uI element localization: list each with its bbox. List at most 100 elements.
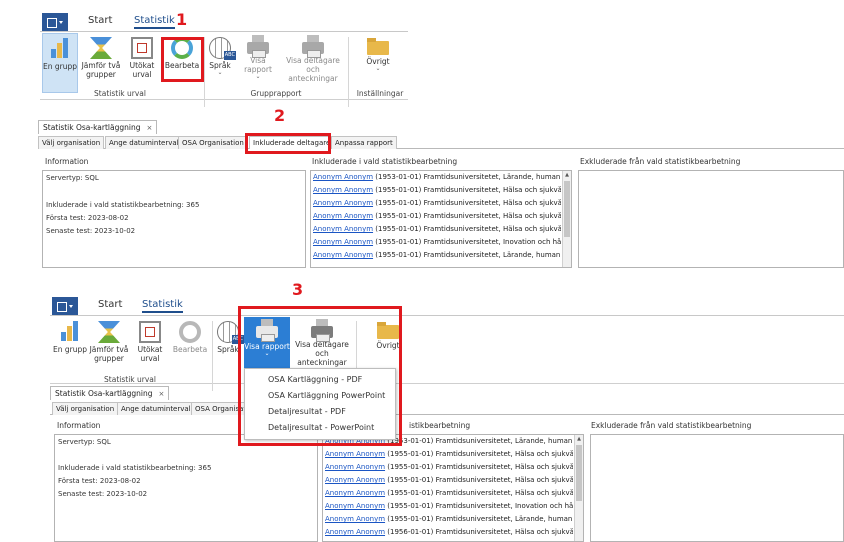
document-tab[interactable]: Statistik Osa-kartläggning × bbox=[50, 386, 170, 400]
callout-box-1 bbox=[161, 37, 204, 82]
participant-detail: (1956-01-01) Framtidsuniversitetet, Häls… bbox=[385, 528, 573, 536]
participant-link[interactable]: Anonym Anonym bbox=[325, 502, 385, 510]
subtab-valj-organisation[interactable]: Välj organisation bbox=[38, 136, 105, 149]
excluded-list[interactable] bbox=[578, 170, 844, 268]
first-test: Första test: 2023-08-02 bbox=[58, 477, 141, 485]
jamfor-label-1: Jämför två bbox=[81, 61, 121, 70]
participant-detail: (1953-01-01) Framtidsuniversitetet, Lära… bbox=[373, 173, 561, 181]
list-item[interactable]: Anonym Anonym (1955-01-01) Framtidsunive… bbox=[313, 251, 561, 259]
participant-link[interactable]: Anonym Anonym bbox=[313, 186, 373, 194]
visa-rapport-label: Visa rapport bbox=[244, 56, 272, 74]
list-scrollbar[interactable]: ▲ bbox=[562, 171, 571, 267]
subtab-ange-datumintervall[interactable]: Ange datumintervall bbox=[117, 402, 197, 415]
visa-rapport-button[interactable]: Visa rapport ⌄ bbox=[236, 33, 280, 93]
participant-detail: (1955-01-01) Framtidsuniversitetet, Inov… bbox=[385, 502, 573, 510]
list-item[interactable]: Anonym Anonym (1955-01-01) Framtidsunive… bbox=[325, 463, 573, 471]
group-label-statistik-urval: Statistik urval bbox=[104, 375, 156, 384]
tab-start[interactable]: Start bbox=[98, 299, 122, 310]
utokat-label-1: Utökat bbox=[129, 61, 155, 70]
chevron-down-icon: ⌄ bbox=[255, 73, 261, 80]
jamfor-tva-grupper-button[interactable]: Jämför två grupper bbox=[80, 33, 122, 93]
ribbon: En grupp Jämför två grupper Utökat urval… bbox=[50, 317, 844, 391]
app-menu-icon[interactable] bbox=[42, 13, 68, 31]
participant-link[interactable]: Anonym Anonym bbox=[325, 515, 385, 523]
en-grupp-label: En grupp bbox=[53, 345, 87, 354]
included-list[interactable]: Anonym Anonym (1953-01-01) Framtidsunive… bbox=[322, 434, 584, 542]
list-item[interactable]: Anonym Anonym (1955-01-01) Framtidsunive… bbox=[325, 476, 573, 484]
list-scrollbar[interactable]: ▲ bbox=[574, 435, 583, 541]
bar-chart-icon bbox=[49, 38, 71, 60]
participant-link[interactable]: Anonym Anonym bbox=[313, 251, 373, 259]
subtab-valj-organisation[interactable]: Välj organisation bbox=[52, 402, 119, 415]
close-icon[interactable]: × bbox=[158, 390, 164, 398]
participant-link[interactable]: Anonym Anonym bbox=[313, 238, 373, 246]
participant-link[interactable]: Anonym Anonym bbox=[313, 225, 373, 233]
participant-link[interactable]: Anonym Anonym bbox=[313, 199, 373, 207]
sprak-label: Språk bbox=[217, 345, 239, 354]
participant-link[interactable]: Anonym Anonym bbox=[325, 463, 385, 471]
app-menu-icon[interactable] bbox=[52, 297, 78, 315]
list-item[interactable]: Anonym Anonym (1955-01-01) Framtidsunive… bbox=[313, 186, 561, 194]
bearbeta-button[interactable]: Bearbeta bbox=[170, 317, 210, 375]
ribbon: En grupp Jämför två grupper Utökat urval… bbox=[40, 33, 408, 107]
sprak-button[interactable]: Språk ⌄ bbox=[206, 33, 236, 93]
tab-start[interactable]: Start bbox=[88, 15, 112, 26]
screen-bottom: Start Statistik En grupp Jämför två grup… bbox=[50, 296, 844, 391]
group-separator bbox=[204, 37, 205, 107]
document-tab[interactable]: Statistik Osa-kartläggning × bbox=[38, 120, 158, 134]
participant-link[interactable]: Anonym Anonym bbox=[325, 450, 385, 458]
subtab-bar: Välj organisation Ange datumintervall OS… bbox=[50, 402, 844, 415]
participant-link[interactable]: Anonym Anonym bbox=[325, 489, 385, 497]
en-grupp-label: En grupp bbox=[43, 62, 77, 71]
participant-detail: (1955-01-01) Framtidsuniversitetet, Häls… bbox=[385, 450, 573, 458]
included-list[interactable]: Anonym Anonym (1953-01-01) Framtidsunive… bbox=[310, 170, 572, 268]
printer-icon bbox=[247, 35, 269, 58]
group-label-installningar: Inställningar bbox=[356, 89, 404, 98]
ribbon-tabbar: Start Statistik bbox=[50, 296, 844, 316]
visa-deltagare-button[interactable]: Visa deltagare och anteckningar bbox=[282, 33, 344, 93]
server-type: Servertyp: SQL bbox=[46, 174, 99, 182]
close-icon[interactable]: × bbox=[146, 124, 152, 132]
language-globe-icon bbox=[217, 321, 244, 344]
compare-icon bbox=[90, 37, 112, 59]
participant-detail: (1955-01-01) Framtidsuniversitetet, Häls… bbox=[385, 489, 573, 497]
participant-link[interactable]: Anonym Anonym bbox=[313, 212, 373, 220]
list-item[interactable]: Anonym Anonym (1953-01-01) Framtidsunive… bbox=[313, 173, 561, 181]
included-count: Inkluderade i vald statistikbearbetning:… bbox=[46, 201, 200, 209]
utokat-urval-button[interactable]: Utökat urval bbox=[126, 33, 158, 93]
tab-statistik[interactable]: Statistik bbox=[142, 299, 183, 313]
participant-detail: (1955-01-01) Framtidsuniversitetet, Inov… bbox=[373, 238, 561, 246]
scroll-thumb[interactable] bbox=[576, 445, 582, 501]
jamfor-tva-grupper-button[interactable]: Jämför två grupper bbox=[88, 317, 130, 375]
en-grupp-button[interactable]: En grupp bbox=[42, 33, 78, 93]
excluded-list[interactable] bbox=[590, 434, 844, 542]
list-item[interactable]: Anonym Anonym (1955-01-01) Framtidsunive… bbox=[325, 450, 573, 458]
participant-link[interactable]: Anonym Anonym bbox=[325, 528, 385, 536]
tab-statistik[interactable]: Statistik bbox=[134, 15, 175, 29]
list-item[interactable]: Anonym Anonym (1955-01-01) Framtidsunive… bbox=[325, 502, 573, 510]
scroll-thumb[interactable] bbox=[564, 181, 570, 237]
participant-link[interactable]: Anonym Anonym bbox=[325, 476, 385, 484]
subtab-ange-datumintervall[interactable]: Ange datumintervall bbox=[105, 136, 185, 149]
last-test: Senaste test: 2023-10-02 bbox=[46, 227, 136, 235]
ovrigt-button[interactable]: Övrigt ⌄ bbox=[360, 33, 396, 93]
callout-box-3 bbox=[238, 306, 402, 446]
list-item[interactable]: Anonym Anonym (1955-01-01) Framtidsunive… bbox=[313, 199, 561, 207]
chevron-down-icon: ⌄ bbox=[217, 69, 223, 76]
participant-detail: (1953-01-01) Framtidsuniversitetet, Lära… bbox=[385, 437, 573, 445]
list-item[interactable]: Anonym Anonym (1956-01-01) Framtidsunive… bbox=[325, 528, 573, 536]
list-item[interactable]: Anonym Anonym (1955-01-01) Framtidsunive… bbox=[313, 238, 561, 246]
list-item[interactable]: Anonym Anonym (1955-01-01) Framtidsunive… bbox=[325, 489, 573, 497]
utokat-urval-button[interactable]: Utökat urval bbox=[134, 317, 166, 375]
utokat-label-2: urval bbox=[132, 70, 152, 79]
scroll-up-icon[interactable]: ▲ bbox=[576, 436, 582, 442]
list-item[interactable]: Anonym Anonym (1955-01-01) Framtidsunive… bbox=[313, 225, 561, 233]
visa-deltagare-label-2: och anteckningar bbox=[288, 65, 338, 83]
en-grupp-button[interactable]: En grupp bbox=[52, 317, 88, 375]
list-item[interactable]: Anonym Anonym (1955-01-01) Framtidsunive… bbox=[325, 515, 573, 523]
participant-link[interactable]: Anonym Anonym bbox=[313, 173, 373, 181]
subtab-osa-organisation[interactable]: OSA Organisation bbox=[178, 136, 248, 149]
list-item[interactable]: Anonym Anonym (1955-01-01) Framtidsunive… bbox=[313, 212, 561, 220]
scroll-up-icon[interactable]: ▲ bbox=[564, 172, 570, 178]
subtab-anpassa-rapport[interactable]: Anpassa rapport bbox=[331, 136, 397, 149]
